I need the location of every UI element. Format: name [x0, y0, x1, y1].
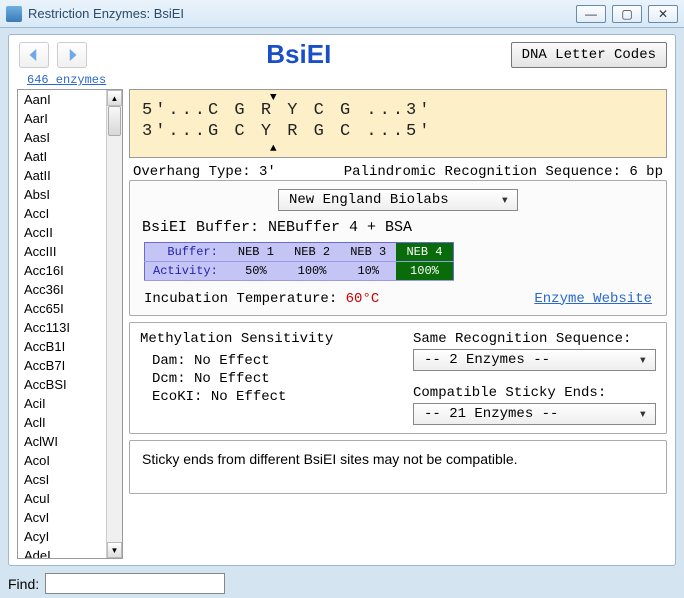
same-recognition-label: Same Recognition Sequence: — [413, 331, 656, 347]
overhang-type: Overhang Type: 3′ — [133, 164, 276, 180]
scroll-thumb[interactable] — [108, 106, 121, 136]
compatible-ends-label: Compatible Sticky Ends: — [413, 385, 656, 401]
list-item[interactable]: AasI — [18, 128, 106, 147]
same-recognition-select[interactable]: -- 2 Enzymes -- — [413, 349, 656, 371]
window-title: Restriction Enzymes: BsiEI — [28, 6, 184, 21]
list-item[interactable]: AanI — [18, 90, 106, 109]
list-item[interactable]: AccII — [18, 223, 106, 242]
arrow-left-icon — [25, 46, 43, 64]
enzyme-count-link[interactable]: 646 enzymes — [27, 73, 106, 87]
sequence-line-5to3: 5′...C G R Y C G ...3′ — [142, 100, 654, 121]
list-item[interactable]: Acc36I — [18, 280, 106, 299]
find-input[interactable] — [45, 573, 225, 594]
list-item[interactable]: AcvI — [18, 508, 106, 527]
close-button[interactable]: ✕ — [648, 5, 678, 23]
compatible-ends-select[interactable]: -- 21 Enzymes -- — [413, 403, 656, 425]
list-item[interactable]: Acc113I — [18, 318, 106, 337]
nav-back-button[interactable] — [19, 42, 49, 68]
compatibility-note: Sticky ends from different BsiEI sites m… — [129, 440, 667, 494]
list-item[interactable]: Acc16I — [18, 261, 106, 280]
cut-marker-top-icon: ▼ — [270, 92, 277, 106]
palindromic-length: Palindromic Recognition Sequence: 6 bp — [344, 164, 663, 180]
compatibility-panel: Methylation Sensitivity Dam: No Effect D… — [129, 322, 667, 434]
enzyme-list-sidebar: AanIAarIAasIAatIAatIIAbsIAccIAccIIAccIII… — [17, 89, 123, 559]
enzyme-list[interactable]: AanIAarIAasIAatIAatIIAbsIAccIAccIIAccIII… — [18, 90, 106, 558]
list-item[interactable]: AcsI — [18, 470, 106, 489]
buffer-panel: New England Biolabs BsiEI Buffer: NEBuff… — [129, 180, 667, 316]
maximize-button[interactable]: ▢ — [612, 5, 642, 23]
buffer-activity-table: Buffer:NEB 1NEB 2NEB 3NEB 4 Activity:50%… — [144, 242, 454, 281]
dna-letter-codes-button[interactable]: DNA Letter Codes — [511, 42, 667, 68]
scroll-up-button[interactable]: ▲ — [107, 90, 122, 106]
list-item[interactable]: AcuI — [18, 489, 106, 508]
list-item[interactable]: AccI — [18, 204, 106, 223]
incubation-temperature: Incubation Temperature: 60°C — [144, 291, 379, 307]
scroll-track[interactable] — [107, 106, 122, 542]
list-item[interactable]: AccBSI — [18, 375, 106, 394]
cut-marker-bottom-icon: ▲ — [270, 143, 277, 157]
methylation-header: Methylation Sensitivity — [140, 331, 383, 347]
list-item[interactable]: AdeI — [18, 546, 106, 558]
app-icon — [6, 6, 22, 22]
list-item[interactable]: AcoI — [18, 451, 106, 470]
supplier-select[interactable]: New England Biolabs — [278, 189, 518, 211]
minimize-button[interactable]: — — [576, 5, 606, 23]
nav-forward-button[interactable] — [57, 42, 87, 68]
scroll-down-button[interactable]: ▼ — [107, 542, 122, 558]
arrow-right-icon — [63, 46, 81, 64]
list-item[interactable]: AatII — [18, 166, 106, 185]
list-item[interactable]: AccB7I — [18, 356, 106, 375]
sequence-line-3to5: 3′...G C Y R G C ...5′ — [142, 121, 654, 142]
list-item[interactable]: AbsI — [18, 185, 106, 204]
find-label: Find: — [8, 576, 39, 592]
supplier-selected: New England Biolabs — [289, 192, 449, 208]
list-item[interactable]: AclI — [18, 413, 106, 432]
list-item[interactable]: AccIII — [18, 242, 106, 261]
buffer-description: BsiEI Buffer: NEBuffer 4 + BSA — [142, 219, 656, 236]
list-item[interactable]: AarI — [18, 109, 106, 128]
list-item[interactable]: AccB1I — [18, 337, 106, 356]
cut-site-panel: ▼ 5′...C G R Y C G ...3′ 3′...G C Y R G … — [129, 89, 667, 158]
enzyme-website-link[interactable]: Enzyme Website — [534, 291, 652, 307]
list-item[interactable]: AatI — [18, 147, 106, 166]
list-item[interactable]: Acc65I — [18, 299, 106, 318]
methylation-block: Methylation Sensitivity Dam: No Effect D… — [140, 331, 383, 425]
list-item[interactable]: AcyI — [18, 527, 106, 546]
scrollbar[interactable]: ▲ ▼ — [106, 90, 122, 558]
list-item[interactable]: AciI — [18, 394, 106, 413]
titlebar: Restriction Enzymes: BsiEI — ▢ ✕ — [0, 0, 684, 28]
enzyme-name-heading: BsiEI — [87, 39, 511, 70]
list-item[interactable]: AclWI — [18, 432, 106, 451]
